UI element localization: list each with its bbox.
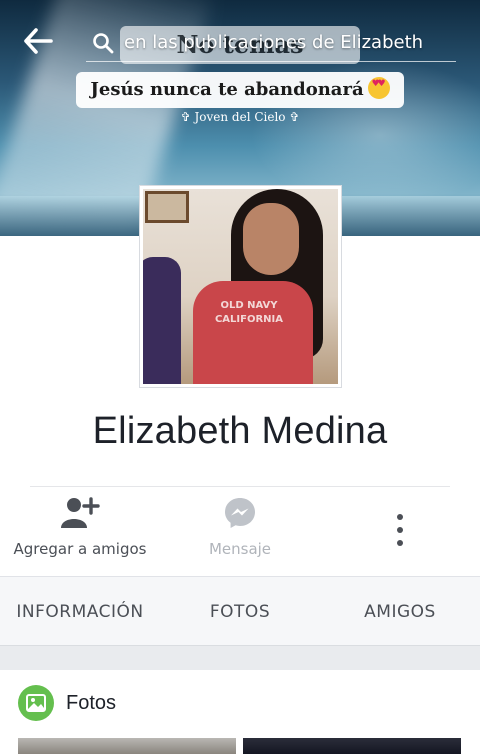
messenger-icon: [225, 498, 255, 528]
profile-picture[interactable]: OLD NAVY CALIFORNIA: [139, 185, 342, 388]
add-friend-button[interactable]: Agregar a amigos: [10, 496, 150, 568]
message-label: Mensaje: [208, 540, 272, 558]
more-options-button[interactable]: [370, 496, 430, 568]
divider: [30, 486, 450, 487]
cover-quote-text: Jesús nunca te abandonará: [76, 72, 404, 108]
search-icon: [93, 32, 114, 53]
profile-photo: OLD NAVY CALIFORNIA: [143, 189, 338, 384]
more-vertical-icon: [397, 514, 403, 546]
heart-eyes-emoji-icon: [367, 77, 390, 99]
photos-section-header[interactable]: Fotos: [0, 670, 480, 736]
search-field[interactable]: en las publicaciones de Elizabeth: [86, 24, 456, 62]
photo-wall-frame: [145, 191, 189, 223]
profile-name: Elizabeth Medina: [92, 410, 388, 452]
cover-credit-text: ✞ Joven del Cielo ✞: [180, 110, 300, 124]
section-gap: [0, 646, 480, 670]
tab-fotos[interactable]: FOTOS: [160, 577, 320, 645]
photo-thumbnail[interactable]: [18, 738, 236, 754]
add-friend-label: Agregar a amigos: [13, 540, 147, 558]
photos-icon: [18, 685, 54, 721]
back-button[interactable]: [22, 26, 58, 58]
search-placeholder: en las publicaciones de Elizabeth: [124, 32, 424, 53]
tab-informacion[interactable]: INFORMACIÓN: [0, 577, 160, 645]
profile-tabs: INFORMACIÓN FOTOS AMIGOS: [0, 576, 480, 646]
add-friend-icon: [61, 497, 100, 528]
photo-thumbnail[interactable]: [243, 738, 461, 754]
photo-face: [243, 203, 299, 275]
photo-shirt-print: OLD NAVY CALIFORNIA: [214, 300, 284, 325]
tab-amigos[interactable]: AMIGOS: [320, 577, 480, 645]
arrow-left-icon: [24, 28, 53, 54]
photo-person-left: [143, 257, 181, 384]
message-button[interactable]: Mensaje: [180, 496, 300, 568]
photos-title: Fotos: [66, 691, 117, 714]
